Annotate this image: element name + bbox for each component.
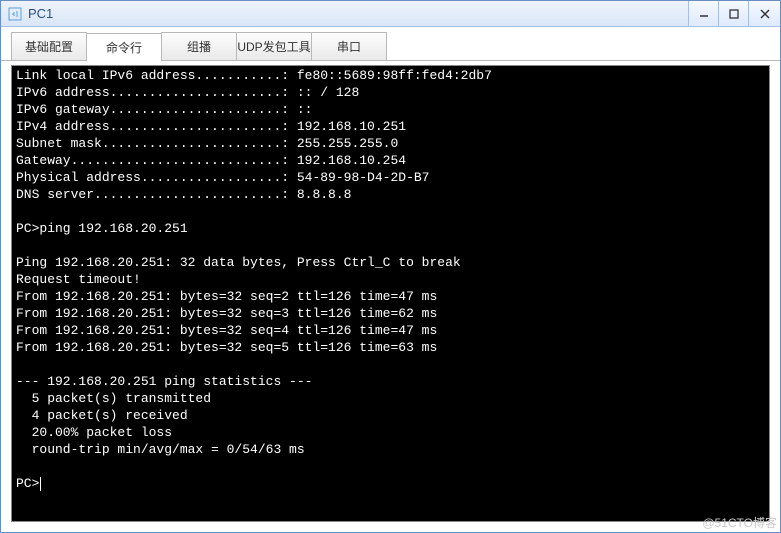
- tab-serial[interactable]: 串口: [311, 32, 387, 60]
- window-controls: [688, 1, 780, 26]
- app-icon: [7, 6, 23, 22]
- tab-label: 命令行: [106, 41, 142, 55]
- terminal[interactable]: Link local IPv6 address...........: fe80…: [11, 65, 770, 522]
- terminal-container: Link local IPv6 address...........: fe80…: [1, 61, 780, 532]
- tab-basic-config[interactable]: 基础配置: [11, 32, 87, 60]
- tab-label: 组播: [187, 40, 211, 54]
- app-window: PC1 基础配置 命令行 组播 UDP发包工具 串口 Link local IP…: [0, 0, 781, 533]
- maximize-icon: [729, 9, 739, 19]
- tab-label: UDP发包工具: [237, 40, 310, 54]
- minimize-icon: [699, 9, 709, 19]
- maximize-button[interactable]: [718, 1, 748, 26]
- tab-multicast[interactable]: 组播: [161, 32, 237, 60]
- window-title: PC1: [28, 6, 688, 21]
- minimize-button[interactable]: [688, 1, 718, 26]
- tab-cli[interactable]: 命令行: [86, 33, 162, 61]
- close-icon: [760, 9, 770, 19]
- close-button[interactable]: [748, 1, 780, 26]
- tab-label: 串口: [337, 40, 361, 54]
- tab-label: 基础配置: [25, 40, 73, 54]
- tab-udp-tool[interactable]: UDP发包工具: [236, 32, 312, 60]
- tab-bar: 基础配置 命令行 组播 UDP发包工具 串口: [1, 27, 780, 61]
- titlebar: PC1: [1, 1, 780, 27]
